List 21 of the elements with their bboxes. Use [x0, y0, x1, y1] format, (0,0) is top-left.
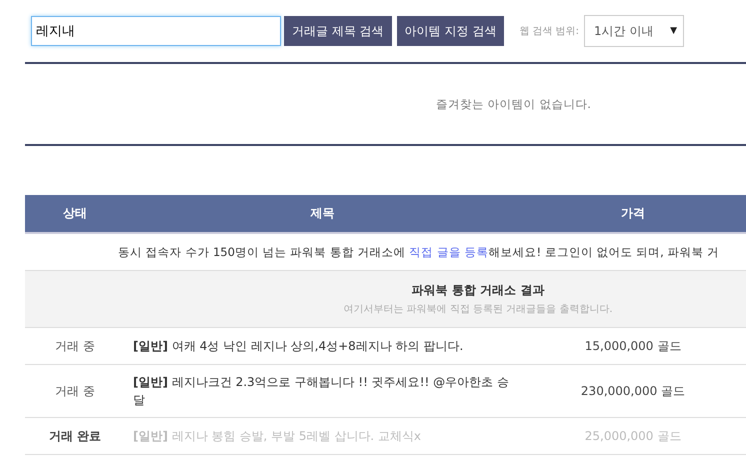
status-cell: 거래 중 — [55, 384, 95, 398]
listing-title[interactable]: [일반] 레지나크건 2.3억으로 구해봅니다 !! 귓주세요!! @우아한초 승달 — [133, 373, 513, 409]
range-dropdown[interactable]: 1시간 이내 ▼ — [584, 15, 684, 47]
notice-text: 동시 접속자 수가 150명이 넘는 파워북 통합 거래소에 직접 글을 등록해보세요! 로그인이 없어도 되며, 파워북 거 — [118, 244, 720, 260]
price-cell: 230,000,000 골드 — [580, 384, 686, 398]
column-header: 상태 — [62, 205, 88, 222]
search-button[interactable]: 거래글 제목 검색 — [284, 16, 392, 46]
column-header: 제목 — [310, 205, 336, 222]
range-label: 웹 검색 범위: — [519, 25, 580, 38]
section-subtitle: 여기서부터는 파워북에 직접 등록된 거래글들을 출력합니다. — [343, 303, 613, 316]
price-cell: 15,000,000 골드 — [584, 338, 682, 352]
search-button[interactable]: 아이템 지정 검색 — [396, 16, 504, 46]
column-header: 가격 — [620, 205, 646, 222]
price-cell: 25,000,000 골드 — [584, 428, 682, 442]
listing-title[interactable]: [일반] 여캐 4성 낙인 레지나 상의,4성+8레지나 하의 팝니다. — [133, 337, 464, 355]
status-cell: 거래 완료 — [48, 428, 102, 442]
search-field[interactable]: 레지내 — [31, 16, 281, 46]
empty-message: 즐겨찾는 아이템이 없습니다. — [436, 96, 591, 112]
status-cell: 거래 중 — [55, 338, 95, 352]
section-title: 파워북 통합 거래소 결과 — [412, 282, 544, 299]
register-link[interactable]: 직접 글을 등록 — [409, 244, 489, 258]
